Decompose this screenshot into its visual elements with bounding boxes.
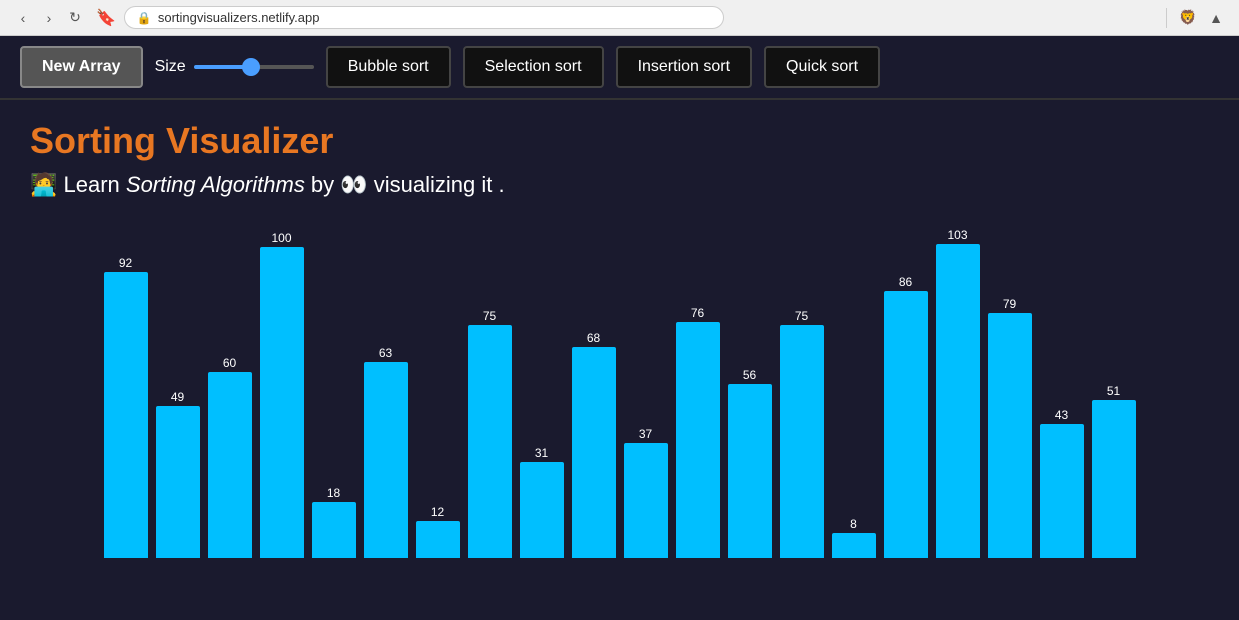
bar <box>728 384 772 558</box>
bar <box>416 521 460 558</box>
bar <box>364 362 408 558</box>
bar-wrapper: 56 <box>728 228 772 558</box>
extension-icon[interactable]: ▲ <box>1205 7 1227 29</box>
bar-wrapper: 8 <box>832 228 876 558</box>
size-container: Size <box>155 58 314 76</box>
bar <box>1040 424 1084 558</box>
page-title: Sorting Visualizer <box>30 120 1209 162</box>
insertion-sort-button[interactable]: Insertion sort <box>616 46 752 88</box>
bar-label: 51 <box>1107 384 1120 398</box>
main-content: Sorting Visualizer 🧑‍💻 Learn Sorting Alg… <box>0 100 1239 620</box>
subtitle-italic: Sorting Algorithms <box>126 172 305 197</box>
bar-wrapper: 79 <box>988 228 1032 558</box>
subtitle: 🧑‍💻 Learn Sorting Algorithms by 👀 visual… <box>30 172 1209 198</box>
bar-label: 31 <box>535 446 548 460</box>
address-bar[interactable]: 🔒 sortingvisualizers.netlify.app <box>124 6 724 29</box>
bar <box>520 462 564 558</box>
bar-label: 63 <box>379 346 392 360</box>
bar-label: 12 <box>431 505 444 519</box>
bar-label: 60 <box>223 356 236 370</box>
bar <box>208 372 252 558</box>
bar-label: 18 <box>327 486 340 500</box>
bar <box>468 325 512 558</box>
bar-wrapper: 75 <box>780 228 824 558</box>
bar-label: 75 <box>483 309 496 323</box>
bar <box>832 533 876 558</box>
bar <box>312 502 356 558</box>
subtitle-suffix: by 👀 visualizing it . <box>305 172 505 197</box>
bar-wrapper: 51 <box>1092 228 1136 558</box>
bar <box>156 406 200 558</box>
bar <box>104 272 148 558</box>
bookmark-icon[interactable]: 🔖 <box>96 8 116 28</box>
selection-sort-button[interactable]: Selection sort <box>463 46 604 88</box>
bar-chart: 92 49 60 100 18 63 12 75 31 68 37 76 56 75 8 86 103 79 43 5… <box>30 228 1209 568</box>
browser-chrome: ‹ › ↻ 🔖 🔒 sortingvisualizers.netlify.app… <box>0 0 1239 36</box>
brave-icon[interactable]: 🦁 <box>1177 7 1199 29</box>
bar <box>988 313 1032 558</box>
back-button[interactable]: ‹ <box>12 7 34 29</box>
bar-wrapper: 68 <box>572 228 616 558</box>
bar-wrapper: 76 <box>676 228 720 558</box>
bar-label: 56 <box>743 368 756 382</box>
quick-sort-button[interactable]: Quick sort <box>764 46 880 88</box>
bar-wrapper: 92 <box>104 228 148 558</box>
size-label: Size <box>155 58 186 76</box>
bar <box>936 244 980 558</box>
bar-label: 8 <box>850 517 857 531</box>
bar-wrapper: 18 <box>312 228 356 558</box>
bar-label: 86 <box>899 275 912 289</box>
bar-label: 100 <box>271 231 291 245</box>
bar <box>884 291 928 558</box>
bar-label: 79 <box>1003 297 1016 311</box>
bar-label: 68 <box>587 331 600 345</box>
bar-label: 76 <box>691 306 704 320</box>
bar <box>572 347 616 558</box>
bar-label: 75 <box>795 309 808 323</box>
bar-wrapper: 31 <box>520 228 564 558</box>
bubble-sort-button[interactable]: Bubble sort <box>326 46 451 88</box>
bar-wrapper: 100 <box>260 228 304 558</box>
url-text: sortingvisualizers.netlify.app <box>158 10 320 25</box>
bar-wrapper: 60 <box>208 228 252 558</box>
bar-wrapper: 37 <box>624 228 668 558</box>
bar <box>676 322 720 558</box>
bar-label: 37 <box>639 427 652 441</box>
toolbar: New Array Size Bubble sort Selection sor… <box>0 36 1239 100</box>
bar-wrapper: 49 <box>156 228 200 558</box>
bar-label: 49 <box>171 390 184 404</box>
divider <box>1166 8 1167 28</box>
new-array-button[interactable]: New Array <box>20 46 143 88</box>
bar-label: 103 <box>947 228 967 242</box>
bar <box>780 325 824 558</box>
bar <box>260 247 304 558</box>
bar <box>624 443 668 558</box>
bar-wrapper: 43 <box>1040 228 1084 558</box>
bar-label: 43 <box>1055 408 1068 422</box>
subtitle-prefix: 🧑‍💻 Learn <box>30 172 126 197</box>
bar-wrapper: 63 <box>364 228 408 558</box>
forward-button[interactable]: › <box>38 7 60 29</box>
reload-button[interactable]: ↻ <box>64 7 86 29</box>
lock-icon: 🔒 <box>137 11 152 25</box>
bar-wrapper: 75 <box>468 228 512 558</box>
browser-extensions: 🦁 ▲ <box>1162 7 1227 29</box>
bar-wrapper: 12 <box>416 228 460 558</box>
bar-label: 92 <box>119 256 132 270</box>
bar-wrapper: 86 <box>884 228 928 558</box>
size-slider[interactable] <box>194 65 314 69</box>
nav-buttons: ‹ › ↻ <box>12 7 86 29</box>
bar-wrapper: 103 <box>936 228 980 558</box>
bar <box>1092 400 1136 558</box>
